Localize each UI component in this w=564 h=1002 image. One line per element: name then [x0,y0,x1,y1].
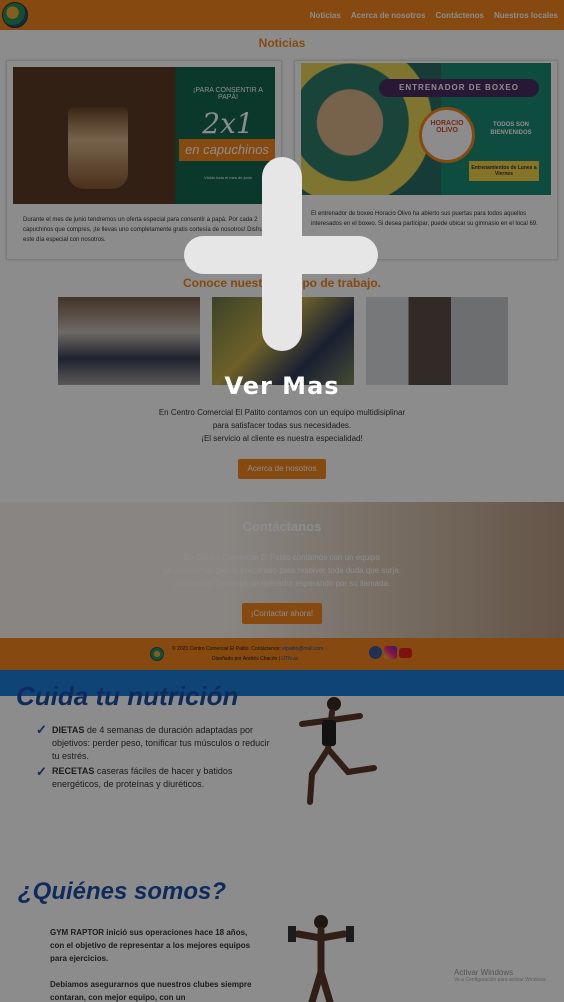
plus-icon-bar[interactable] [184,236,378,274]
ver-mas-label[interactable]: Ver Mas [0,372,564,400]
modal-overlay[interactable] [0,0,564,1002]
